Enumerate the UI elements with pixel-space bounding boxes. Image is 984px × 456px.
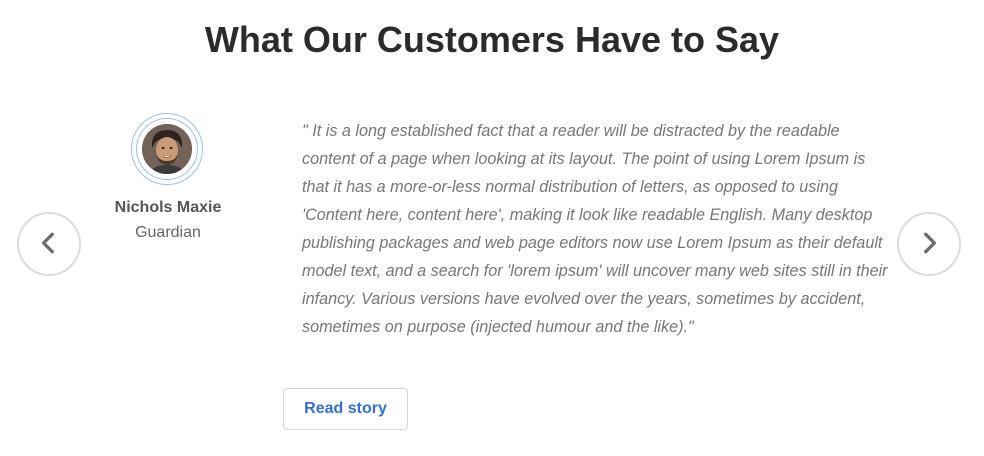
read-story-button[interactable]: Read story [283, 388, 408, 430]
customer-role: Guardian [135, 224, 201, 241]
section-title: What Our Customers Have to Say [204, 19, 780, 60]
testimonials-section: What Our Customers Have to Say Nichols M [0, 0, 984, 456]
testimonial-quote: " It is a long established fact that a r… [302, 122, 888, 336]
chevron-left-icon [36, 230, 62, 259]
avatar [142, 124, 192, 174]
customer-name: Nichols Maxie [114, 199, 222, 216]
chevron-right-icon [916, 230, 942, 259]
previous-button[interactable] [17, 212, 81, 276]
next-button[interactable] [897, 212, 961, 276]
avatar-ring [131, 113, 203, 185]
